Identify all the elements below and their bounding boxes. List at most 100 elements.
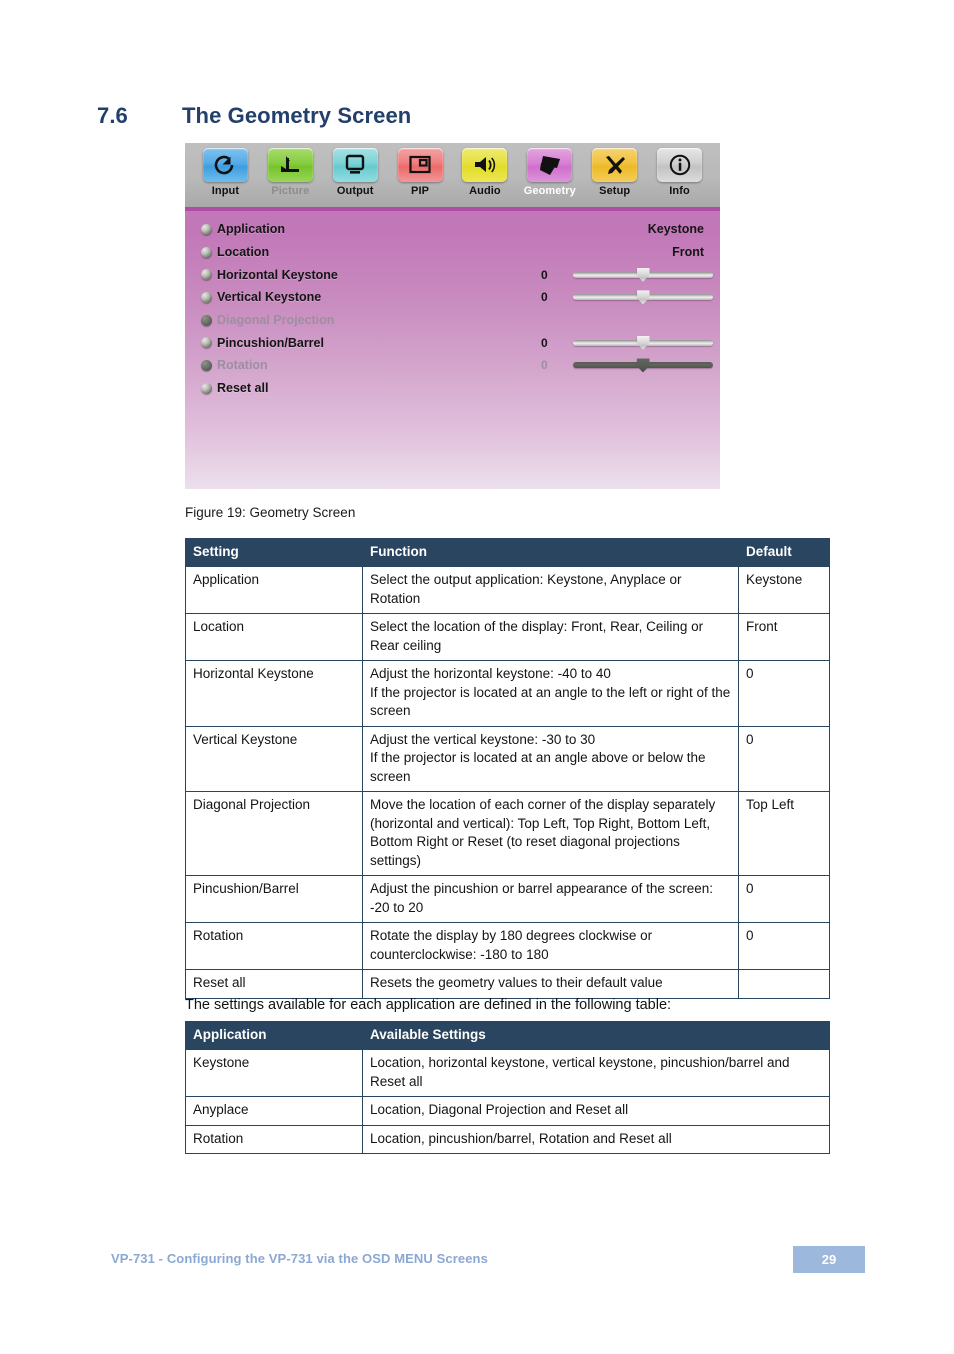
bullet-icon (201, 359, 212, 371)
footer-text: VP-731 - Configuring the VP-731 via the … (111, 1251, 488, 1266)
osd-item-label: Pincushion/Barrel (217, 335, 324, 350)
cell-function-line1: Adjust the vertical keystone: -30 to 30 (370, 731, 596, 747)
cell-default: 0 (738, 922, 830, 971)
cell-settings: Location, horizontal keystone, vertical … (362, 1049, 830, 1098)
table-row: Keystone Location, horizontal keystone, … (185, 1049, 830, 1098)
osd-menu-item-rotation: Rotation 0 (201, 354, 713, 377)
slider-knob[interactable] (636, 267, 650, 282)
osd-menu-item-reset-all[interactable]: Reset all (201, 377, 706, 400)
picture-icon (267, 148, 313, 182)
slider-knob[interactable] (636, 335, 650, 350)
cell-function: Adjust the vertical keystone: -30 to 30 … (362, 725, 739, 793)
pip-icon (397, 148, 443, 182)
slider-knob (636, 358, 650, 373)
table-row: Reset all Resets the geometry values to … (185, 969, 830, 999)
osd-menu-item-location[interactable]: Location Front (201, 241, 706, 264)
osd-item-label: Application (217, 222, 286, 237)
osd-tab-picture[interactable]: Picture (258, 148, 323, 197)
osd-item-label: Location (217, 245, 270, 260)
cell-application: Rotation (185, 1124, 363, 1155)
cell-function: Resets the geometry values to their defa… (362, 969, 739, 999)
osd-geometry-screenshot: Input Picture Output PIP Audio Geometry … (185, 143, 720, 489)
bullet-icon (201, 337, 212, 349)
osd-tab-label: Picture (271, 185, 310, 197)
osd-menu-item-pincushion-barrel[interactable]: Pincushion/Barrel 0 (201, 331, 713, 354)
osd-tab-audio[interactable]: Audio (453, 148, 518, 197)
table-row: Rotation Rotate the display by 180 degre… (185, 922, 830, 971)
bullet-icon (201, 269, 212, 281)
osd-item-value: Front (672, 245, 704, 260)
cell-function: Select the output application: Keystone,… (362, 566, 739, 615)
cell-default: 0 (738, 875, 830, 924)
pincushion-barrel-slider[interactable] (573, 335, 713, 350)
cell-function: Move the location of each corner of the … (362, 791, 739, 877)
osd-item-value: Keystone (647, 222, 704, 237)
settings-table: Setting Function Default Application Sel… (185, 537, 830, 999)
vertical-keystone-slider[interactable] (573, 290, 713, 305)
cell-default: 0 (738, 660, 830, 727)
cell-function: Adjust the pincushion or barrel appearan… (362, 875, 739, 924)
cell-default: Top Left (738, 791, 830, 877)
table-row: Anyplace Location, Diagonal Projection a… (185, 1096, 830, 1126)
document-page: 7.6 The Geometry Screen Input Picture Ou… (0, 0, 954, 1354)
osd-toolbar: Input Picture Output PIP Audio Geometry … (185, 143, 720, 207)
cell-function-line2: If the projector is located at an angle … (370, 684, 731, 719)
table-row: Pincushion/Barrel Adjust the pincushion … (185, 875, 830, 924)
cell-setting: Horizontal Keystone (185, 660, 363, 727)
heading-title: The Geometry Screen (182, 103, 412, 128)
bullet-icon (201, 382, 212, 394)
page-heading: 7.6 The Geometry Screen (97, 103, 411, 129)
table-row: Rotation Location, pincushion/barrel, Ro… (185, 1124, 830, 1155)
cell-function-line1: Adjust the horizontal keystone: -40 to 4… (370, 666, 611, 682)
cell-default: Front (738, 613, 830, 662)
table-row: Location Select the location of the disp… (185, 613, 830, 662)
cell-application: Keystone (185, 1049, 363, 1098)
cell-default: Keystone (738, 566, 830, 615)
column-header-application: Application (185, 1020, 363, 1051)
osd-tab-setup[interactable]: Setup (582, 148, 647, 197)
osd-tab-input[interactable]: Input (193, 148, 258, 197)
cell-setting: Location (185, 613, 363, 662)
osd-tab-label: Geometry (523, 185, 576, 197)
horizontal-keystone-slider[interactable] (573, 267, 713, 282)
cell-setting: Rotation (185, 922, 363, 971)
osd-item-number: 0 (541, 358, 548, 373)
osd-item-label: Vertical Keystone (217, 290, 322, 305)
cell-setting: Pincushion/Barrel (185, 875, 363, 924)
column-header-setting: Setting (185, 537, 363, 568)
osd-item-label: Diagonal Projection (217, 313, 335, 328)
info-icon (657, 148, 703, 182)
osd-tab-output[interactable]: Output (323, 148, 388, 197)
osd-menu-item-horizontal-keystone[interactable]: Horizontal Keystone 0 (201, 263, 713, 286)
cell-settings: Location, pincushion/barrel, Rotation an… (362, 1124, 830, 1155)
table-row: Application Select the output applicatio… (185, 566, 830, 615)
osd-tab-pip[interactable]: PIP (388, 148, 453, 197)
osd-menu-item-vertical-keystone[interactable]: Vertical Keystone 0 (201, 286, 713, 309)
bullet-icon (201, 246, 212, 258)
applications-table: Application Available Settings Keystone … (185, 1020, 830, 1155)
bullet-icon (201, 291, 212, 303)
osd-menu-item-application[interactable]: Application Keystone (201, 218, 706, 241)
intro-paragraph: The settings available for each applicat… (185, 997, 672, 1013)
table-row: Diagonal Projection Move the location of… (185, 791, 830, 877)
cell-default (738, 969, 830, 999)
setup-icon (592, 148, 638, 182)
osd-item-number: 0 (541, 335, 548, 350)
output-icon (332, 148, 378, 182)
osd-item-number: 0 (541, 267, 548, 282)
cell-setting: Vertical Keystone (185, 725, 363, 793)
slider-knob[interactable] (636, 290, 650, 305)
osd-menu-item-diagonal-projection: Diagonal Projection (201, 309, 706, 332)
table-row: Horizontal Keystone Adjust the horizonta… (185, 660, 830, 727)
page-number-badge: 29 (793, 1246, 865, 1273)
osd-tab-label: Info (669, 185, 690, 197)
cell-function: Rotate the display by 180 degrees clockw… (362, 922, 739, 971)
osd-tab-label: Output (336, 185, 374, 197)
osd-tab-info[interactable]: Info (647, 148, 712, 197)
rotation-slider (573, 358, 713, 373)
osd-tab-geometry[interactable]: Geometry (517, 148, 582, 197)
cell-function: Select the location of the display: Fron… (362, 613, 739, 662)
table-header-row: Application Available Settings (185, 1020, 830, 1051)
cell-setting: Diagonal Projection (185, 791, 363, 877)
osd-tab-label: Input (211, 185, 240, 197)
